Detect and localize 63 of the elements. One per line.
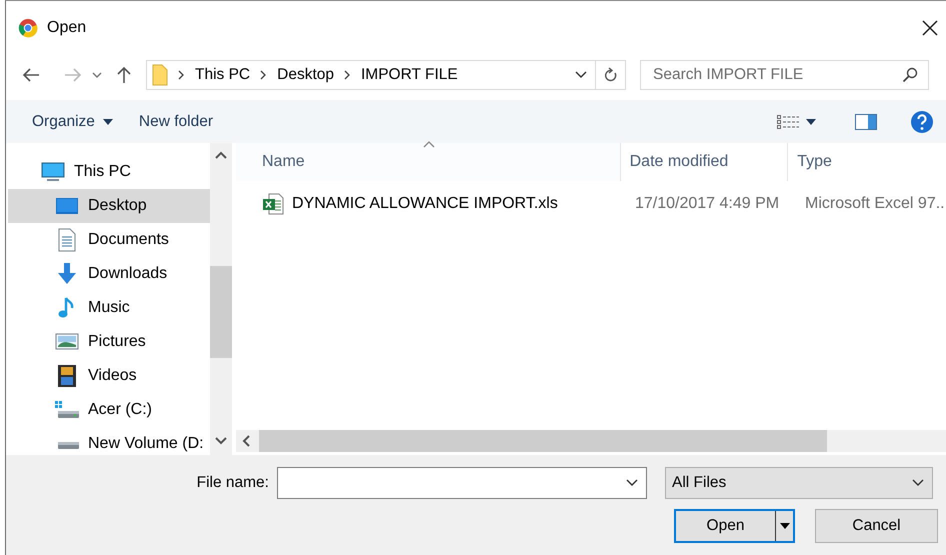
chevron-icon xyxy=(912,479,924,487)
search-box[interactable]: Search IMPORT FILE xyxy=(640,60,929,90)
caret-icon[interactable] xyxy=(780,523,790,529)
picture-icon xyxy=(55,332,79,352)
desktop-icon xyxy=(55,196,79,216)
scroll-down-icon[interactable] xyxy=(215,437,227,445)
spreadsheet-icon xyxy=(262,193,284,215)
sidebar-item[interactable]: Desktop xyxy=(8,189,210,223)
file-name[interactable]: DYNAMIC ALLOWANCE IMPORT.xls xyxy=(292,195,558,213)
file-date: 17/10/2017 4:49 PM xyxy=(635,195,780,213)
sidebar-item[interactable]: Documents xyxy=(8,223,210,257)
drive-icon xyxy=(54,399,80,421)
chevron-icon[interactable] xyxy=(344,70,351,80)
breadcrumb[interactable]: IMPORT FILE xyxy=(361,66,458,84)
view-options-icon[interactable] xyxy=(776,112,800,130)
sidebar-item[interactable]: Acer (C:) xyxy=(8,393,210,427)
sidebar-item[interactable]: This PC xyxy=(8,155,210,189)
toolbar-button[interactable]: Organize xyxy=(22,108,123,134)
back-icon[interactable] xyxy=(22,67,40,83)
sort-icon xyxy=(423,141,435,148)
field-label: File name: xyxy=(196,474,270,492)
up-icon[interactable] xyxy=(116,66,132,84)
breadcrumb[interactable]: This PC xyxy=(195,66,250,84)
toolbar-button[interactable]: New folder xyxy=(128,108,223,134)
computer-icon xyxy=(41,161,65,183)
document-icon xyxy=(57,228,77,252)
dialog-button[interactable]: Cancel xyxy=(815,509,938,543)
scroll-left-icon[interactable] xyxy=(242,435,250,447)
search-field[interactable]: Search IMPORT FILE xyxy=(653,66,902,84)
search-icon[interactable] xyxy=(902,67,918,83)
scrollbar-thumb[interactable] xyxy=(259,430,827,452)
caret-icon xyxy=(102,118,113,124)
dropdown-icon[interactable] xyxy=(575,71,587,79)
file-type-dropdown[interactable]: All Files xyxy=(665,467,933,499)
preview-pane-icon[interactable] xyxy=(854,112,878,130)
sidebar-item[interactable]: Downloads xyxy=(8,257,210,291)
file-type: Microsoft Excel 97.. xyxy=(805,195,945,213)
address-bar[interactable]: This PC Desktop IMPORT FILE xyxy=(146,60,596,90)
app-icon xyxy=(18,18,38,38)
dropdown-icon[interactable] xyxy=(626,479,638,487)
sidebar-item[interactable]: Videos xyxy=(8,359,210,393)
refresh-icon[interactable] xyxy=(604,67,618,83)
scroll-up-icon[interactable] xyxy=(215,151,227,159)
column-header[interactable]: Type xyxy=(788,143,946,181)
sidebar-item[interactable]: New Volume (D: xyxy=(8,427,210,455)
chevron-icon[interactable] xyxy=(178,70,185,80)
recent-locations-icon[interactable] xyxy=(92,72,102,78)
breadcrumb[interactable]: Desktop xyxy=(277,66,334,84)
close-icon[interactable] xyxy=(922,20,938,36)
scrollbar-thumb[interactable] xyxy=(210,266,232,358)
download-icon xyxy=(55,262,79,286)
window-title: Open xyxy=(47,19,86,37)
help-icon[interactable] xyxy=(910,110,934,134)
sidebar-item[interactable]: Pictures xyxy=(8,325,210,359)
folder-icon xyxy=(152,64,168,86)
column-header[interactable]: Name xyxy=(236,143,621,181)
column-header[interactable]: Date modified xyxy=(620,143,788,181)
caret-icon[interactable] xyxy=(806,118,816,124)
film-icon xyxy=(57,364,77,388)
file-name-field[interactable] xyxy=(277,467,647,499)
dialog-button[interactable]: Open xyxy=(674,509,795,543)
chevron-icon[interactable] xyxy=(260,70,268,80)
sidebar-item[interactable]: Music xyxy=(8,291,210,325)
